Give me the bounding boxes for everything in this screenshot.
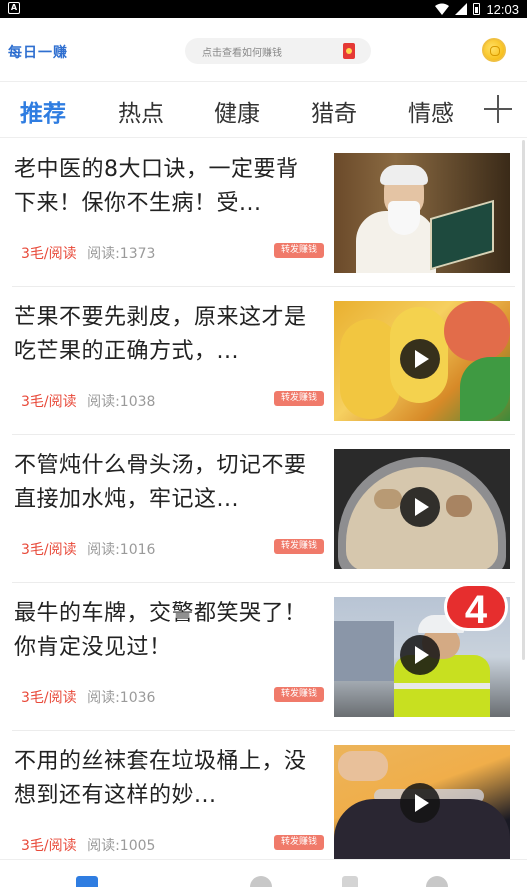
app-notification-icon: A [8, 2, 20, 14]
share-earn-button[interactable]: 转发赚钱 [274, 687, 324, 702]
bottom-navigation [0, 859, 527, 887]
search-bar[interactable]: 点击查看如何赚钱 [185, 38, 371, 64]
status-bar: A 12:03 [0, 0, 527, 18]
list-item[interactable]: 芒果不要先剥皮，原来这才是吃芒果的正确方式，... 3毛/阅读 阅读:1038 … [0, 287, 527, 435]
list-item[interactable]: 不管炖什么骨头汤，切记不要直接加水炖，牢记这... 3毛/阅读 阅读:1016 … [0, 435, 527, 583]
home-icon[interactable] [76, 876, 98, 887]
article-thumbnail[interactable] [334, 301, 510, 421]
view-count: 阅读:1036 [87, 690, 156, 706]
search-placeholder: 点击查看如何赚钱 [202, 48, 282, 59]
tab-recommend[interactable]: 推荐 [20, 94, 66, 128]
share-earn-button[interactable]: 转发赚钱 [274, 243, 324, 258]
article-title[interactable]: 最牛的车牌，交警都笑哭了！你肯定没见过！ [14, 597, 318, 665]
article-thumbnail[interactable] [334, 449, 510, 569]
view-count: 阅读:1038 [87, 394, 156, 410]
share-earn-button[interactable]: 转发赚钱 [274, 391, 324, 406]
article-meta: 3毛/阅读 阅读:1016 [21, 539, 155, 559]
reward-rate: 3毛/阅读 [21, 542, 77, 558]
list-item[interactable]: 不用的丝袜套在垃圾桶上，没想到还有这样的妙... 3毛/阅读 阅读:1005 转… [0, 731, 527, 859]
reward-rate: 3毛/阅读 [21, 690, 77, 706]
gold-coin-icon[interactable] [482, 38, 506, 62]
list-item[interactable]: 最牛的车牌，交警都笑哭了！你肯定没见过！ 3毛/阅读 阅读:1036 转发赚钱 … [0, 583, 527, 731]
article-title[interactable]: 不用的丝袜套在垃圾桶上，没想到还有这样的妙... [14, 745, 318, 813]
category-tabs: 推荐 热点 健康 猎奇 情感 [0, 82, 527, 138]
article-thumbnail[interactable] [334, 153, 510, 273]
task-icon[interactable] [342, 876, 358, 887]
view-count: 阅读:1016 [87, 542, 156, 558]
view-count: 阅读:1005 [87, 838, 156, 854]
article-meta: 3毛/阅读 阅读:1038 [21, 391, 155, 411]
scrollbar[interactable] [522, 140, 525, 660]
article-meta: 3毛/阅读 阅读:1373 [21, 243, 155, 263]
reward-rate: 3毛/阅读 [21, 246, 77, 262]
news-feed: 老中医的8大口诀，一定要背下来！保你不生病！受... 3毛/阅读 阅读:1373… [0, 139, 527, 859]
battery-icon [473, 3, 481, 15]
article-title[interactable]: 不管炖什么骨头汤，切记不要直接加水炖，牢记这... [14, 449, 318, 517]
red-packet-icon [343, 43, 355, 59]
share-earn-button[interactable]: 转发赚钱 [274, 835, 324, 850]
article-meta: 3毛/阅读 阅读:1005 [21, 835, 155, 855]
plus-icon[interactable] [484, 95, 512, 123]
tab-health[interactable]: 健康 [214, 94, 260, 128]
view-count: 阅读:1373 [87, 246, 156, 262]
tab-hot[interactable]: 热点 [118, 94, 164, 128]
share-earn-button[interactable]: 转发赚钱 [274, 539, 324, 554]
profile-icon[interactable] [426, 876, 448, 887]
tab-emotion[interactable]: 情感 [408, 94, 454, 128]
article-thumbnail[interactable] [334, 745, 510, 859]
status-time: 12:03 [486, 1, 519, 17]
list-item[interactable]: 老中医的8大口诀，一定要背下来！保你不生病！受... 3毛/阅读 阅读:1373… [0, 139, 527, 287]
wifi-icon [435, 3, 450, 15]
tab-curious[interactable]: 猎奇 [311, 94, 357, 128]
count-badge: 4 [444, 583, 508, 632]
article-title[interactable]: 芒果不要先剥皮，原来这才是吃芒果的正确方式，... [14, 301, 318, 369]
play-icon[interactable] [400, 339, 440, 379]
article-title[interactable]: 老中医的8大口诀，一定要背下来！保你不生病！受... [14, 153, 318, 221]
reward-rate: 3毛/阅读 [21, 394, 77, 410]
status-icons: 12:03 [435, 1, 519, 17]
signal-icon [455, 3, 468, 15]
article-meta: 3毛/阅读 阅读:1036 [21, 687, 155, 707]
reward-rate: 3毛/阅读 [21, 838, 77, 854]
play-icon[interactable] [400, 783, 440, 823]
video-icon[interactable] [250, 876, 272, 887]
play-icon[interactable] [400, 635, 440, 675]
app-name: 每日一赚 [8, 45, 68, 61]
app-header: 每日一赚 点击查看如何赚钱 [0, 18, 527, 82]
play-icon[interactable] [400, 487, 440, 527]
